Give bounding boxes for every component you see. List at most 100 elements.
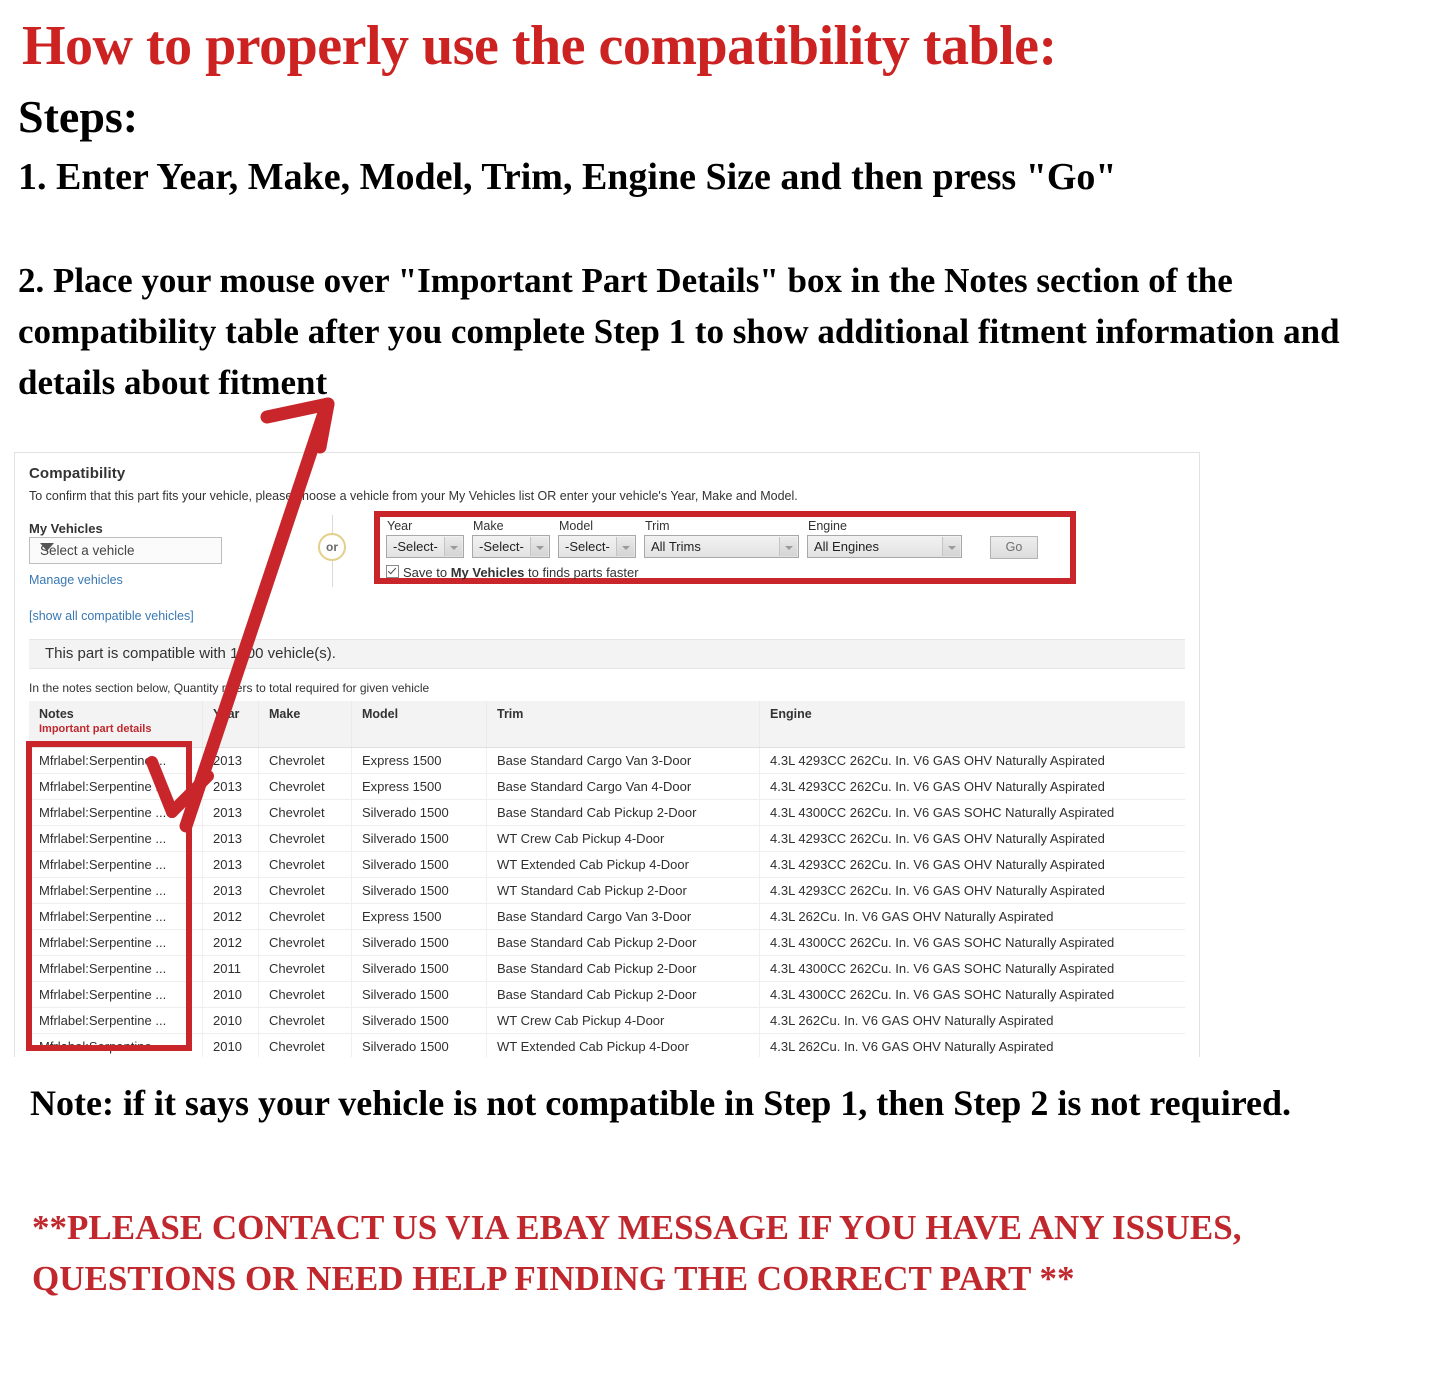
cell-trim: WT Extended Cab Pickup 4-Door [486, 851, 760, 878]
table-row[interactable]: Mfrlabel:Serpentine ... 2013 Chevrolet Silv… [29, 825, 1185, 852]
table-row[interactable]: Mfrlabel:Serpentine ... 2013 Chevrolet Silv… [29, 851, 1185, 878]
or-divider: or [315, 515, 349, 587]
save-suffix-text: to finds parts faster [524, 565, 639, 580]
cell-engine: 4.3L 4293CC 262Cu. In. V6 GAS OHV Natura… [759, 773, 1185, 800]
save-bold-text: My Vehicles [450, 565, 525, 580]
cell-engine: 4.3L 4300CC 262Cu. In. V6 GAS SOHC Natur… [759, 929, 1185, 956]
cell-model: Silverado 1500 [351, 929, 487, 956]
cell-trim: WT Extended Cab Pickup 4-Door [486, 1033, 760, 1057]
important-part-details-label: Important part details [39, 723, 152, 735]
cell-engine: 4.3L 262Cu. In. V6 GAS OHV Naturally Asp… [759, 903, 1185, 930]
table-row[interactable]: Mfrlabel:Serpentine ... 2013 Chevrolet Silv… [29, 799, 1185, 826]
quantity-note: In the notes section below, Quantity ref… [29, 681, 430, 695]
table-row[interactable]: Mfrlabel:Serpentine ... 2011 Chevrolet Silv… [29, 955, 1185, 982]
cell-engine: 4.3L 4293CC 262Cu. In. V6 GAS OHV Natura… [759, 851, 1185, 878]
cell-trim: Base Standard Cab Pickup 2-Door [486, 981, 760, 1008]
header-year[interactable]: Year [202, 701, 259, 748]
table-row[interactable]: Mfrlabel:Serpentine ... 2013 Chevrolet Silv… [29, 877, 1185, 904]
cell-notes: Mfrlabel:Serpentine ... [29, 929, 203, 956]
year-select[interactable]: -Select- [386, 535, 464, 558]
model-select[interactable]: -Select- [558, 535, 636, 558]
make-select[interactable]: -Select- [472, 535, 550, 558]
cell-year: 2013 [202, 877, 259, 904]
cell-model: Silverado 1500 [351, 1033, 487, 1057]
header-trim[interactable]: Trim [486, 701, 760, 748]
table-row[interactable]: Mfrlabel:Serpentine ... 2013 Chevrolet Expr… [29, 747, 1185, 774]
cell-make: Chevrolet [258, 1007, 352, 1034]
table-row[interactable]: Mfrlabel:Serpentine ... 2013 Chevrolet Expr… [29, 773, 1185, 800]
table-row[interactable]: Mfrlabel:Serpentine ... 2012 Chevrolet Expr… [29, 903, 1185, 930]
vehicle-finder: Year -Select- Make -Select- Model -Selec… [386, 519, 1066, 580]
cell-model: Silverado 1500 [351, 799, 487, 826]
trim-select[interactable]: All Trims [644, 535, 799, 558]
save-to-my-vehicles-row[interactable]: Save to My Vehicles to finds parts faste… [386, 565, 639, 580]
cell-make: Chevrolet [258, 929, 352, 956]
table-header-row: Notes Important part details Year Make M… [29, 701, 1185, 748]
engine-value: All Engines [814, 539, 880, 554]
cell-notes: Mfrlabel:Serpentine ... [29, 851, 203, 878]
my-vehicles-select[interactable]: Select a vehicle [29, 537, 222, 564]
cell-make: Chevrolet [258, 955, 352, 982]
save-to-my-vehicles-checkbox[interactable] [386, 565, 399, 578]
cell-make: Chevrolet [258, 799, 352, 826]
cell-model: Silverado 1500 [351, 825, 487, 852]
cell-engine: 4.3L 4300CC 262Cu. In. V6 GAS SOHC Natur… [759, 799, 1185, 826]
cell-engine: 4.3L 4293CC 262Cu. In. V6 GAS OHV Natura… [759, 825, 1185, 852]
arrow-main-head-right [313, 397, 335, 454]
cell-engine: 4.3L 262Cu. In. V6 GAS OHV Naturally Asp… [759, 1033, 1185, 1057]
cell-year: 2010 [202, 1007, 259, 1034]
cell-notes: Mfrlabel:Serpentine ... [29, 1033, 203, 1057]
year-field[interactable]: Year -Select- [386, 519, 464, 558]
cell-model: Express 1500 [351, 747, 487, 774]
table-row[interactable]: Mfrlabel:Serpentine ... 2010 Chevrolet Silv… [29, 1033, 1185, 1057]
go-button[interactable]: Go [990, 536, 1038, 559]
cell-make: Chevrolet [258, 1033, 352, 1057]
my-vehicles-value: Select a vehicle [40, 543, 135, 558]
cell-engine: 4.3L 4293CC 262Cu. In. V6 GAS OHV Natura… [759, 877, 1185, 904]
cell-model: Silverado 1500 [351, 1007, 487, 1034]
cell-make: Chevrolet [258, 903, 352, 930]
cell-trim: Base Standard Cargo Van 4-Door [486, 773, 760, 800]
make-label: Make [473, 519, 504, 533]
header-notes[interactable]: Notes Important part details [29, 701, 203, 748]
cell-engine: 4.3L 4293CC 262Cu. In. V6 GAS OHV Natura… [759, 747, 1185, 774]
step-1-text: 1. Enter Year, Make, Model, Trim, Engine… [18, 156, 1117, 198]
table-row[interactable]: Mfrlabel:Serpentine ... 2010 Chevrolet Silv… [29, 981, 1185, 1008]
cell-model: Express 1500 [351, 903, 487, 930]
trim-chevron-down-icon [779, 537, 797, 556]
cell-make: Chevrolet [258, 877, 352, 904]
my-vehicles-label: My Vehicles [29, 521, 103, 536]
engine-label: Engine [808, 519, 847, 533]
cell-make: Chevrolet [258, 981, 352, 1008]
table-row[interactable]: Mfrlabel:Serpentine ... 2012 Chevrolet Silv… [29, 929, 1185, 956]
cell-year: 2011 [202, 955, 259, 982]
cell-year: 2013 [202, 747, 259, 774]
model-field[interactable]: Model -Select- [558, 519, 636, 558]
fitment-table: Notes Important part details Year Make M… [29, 701, 1185, 1057]
header-model[interactable]: Model [351, 701, 487, 748]
cell-year: 2010 [202, 1033, 259, 1057]
engine-chevron-down-icon [942, 537, 960, 556]
header-engine[interactable]: Engine [759, 701, 1185, 748]
engine-field[interactable]: Engine All Engines [807, 519, 962, 558]
cell-make: Chevrolet [258, 851, 352, 878]
compatible-count-banner: This part is compatible with 1000 vehicl… [29, 639, 1185, 669]
trim-label: Trim [645, 519, 670, 533]
compatibility-panel: Compatibility To confirm that this part … [14, 452, 1200, 1057]
trim-field[interactable]: Trim All Trims [644, 519, 799, 558]
manage-vehicles-link[interactable]: Manage vehicles [29, 573, 123, 587]
cell-notes: Mfrlabel:Serpentine ... [29, 955, 203, 982]
cell-notes: Mfrlabel:Serpentine ... [29, 1007, 203, 1034]
year-value: -Select- [393, 539, 438, 554]
cell-trim: Base Standard Cab Pickup 2-Door [486, 955, 760, 982]
compatible-count-text: This part is compatible with 1000 vehicl… [45, 645, 336, 662]
cell-model: Silverado 1500 [351, 877, 487, 904]
engine-select[interactable]: All Engines [807, 535, 962, 558]
cell-notes: Mfrlabel:Serpentine ... [29, 799, 203, 826]
show-all-compatible-vehicles-link[interactable]: [show all compatible vehicles] [29, 609, 194, 623]
table-row[interactable]: Mfrlabel:Serpentine ... 2010 Chevrolet Silv… [29, 1007, 1185, 1034]
make-field[interactable]: Make -Select- [472, 519, 550, 558]
compatibility-subtitle: To confirm that this part fits your vehi… [29, 489, 798, 503]
header-make[interactable]: Make [258, 701, 352, 748]
note-not-required-text: Note: if it says your vehicle is not com… [30, 1083, 1292, 1123]
